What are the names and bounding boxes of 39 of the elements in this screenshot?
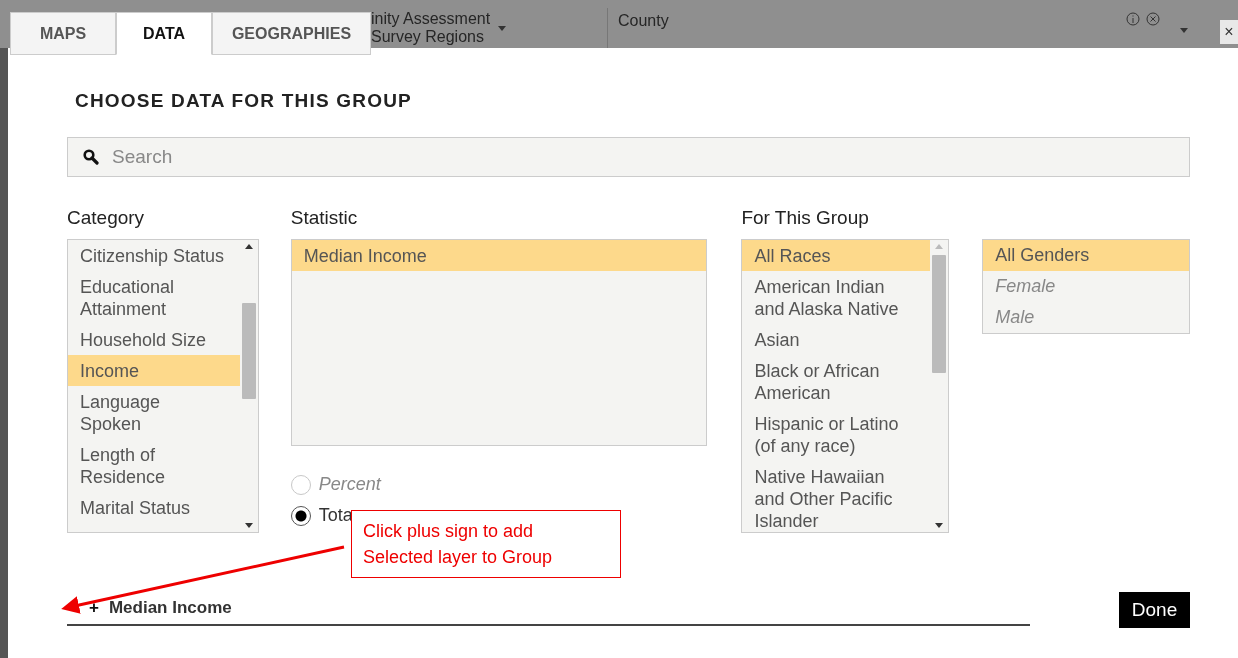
column-label: For This Group bbox=[741, 207, 870, 230]
list-item[interactable]: All Genders bbox=[983, 240, 1189, 271]
list-item[interactable]: Income bbox=[68, 355, 240, 386]
list-item[interactable]: Marital Status bbox=[68, 492, 240, 523]
search-icon bbox=[83, 149, 99, 165]
list-item[interactable]: Hispanic or Latino (of any race) bbox=[742, 408, 931, 461]
list-item[interactable]: Native Hawaiian and Other Pacific Islander bbox=[742, 461, 931, 532]
tab[interactable]: MAPS bbox=[10, 12, 116, 55]
list-item[interactable]: All Races bbox=[742, 240, 931, 271]
column-label: Category bbox=[67, 207, 146, 230]
info-icon[interactable] bbox=[1126, 12, 1140, 26]
scroll-down-icon[interactable] bbox=[244, 523, 253, 528]
annotation-callout: Click plus sign to add Selected layer to Group bbox=[351, 510, 621, 578]
remove-icon[interactable] bbox=[1146, 12, 1160, 26]
column-label: Statistic bbox=[290, 207, 359, 230]
radio-label: Tota bbox=[318, 505, 353, 526]
scroll-up-icon[interactable] bbox=[244, 244, 253, 249]
radio-label: Percent bbox=[318, 474, 381, 495]
list-item[interactable]: Median Income bbox=[291, 240, 707, 271]
dialog-title: CHOOSE DATA FOR THIS GROUP bbox=[75, 90, 413, 112]
list-item[interactable]: American Indian and Alaska Native bbox=[742, 271, 931, 324]
caret-icon bbox=[498, 25, 507, 31]
add-button[interactable]: + bbox=[89, 598, 99, 618]
list-item[interactable]: Language Spoken bbox=[68, 386, 240, 439]
done-button[interactable]: Done bbox=[1119, 592, 1190, 628]
caret-icon bbox=[1180, 28, 1188, 33]
close-button[interactable]: × bbox=[1220, 20, 1238, 44]
radio-button[interactable] bbox=[290, 505, 311, 526]
tab[interactable]: GEOGRAPHIES bbox=[212, 12, 371, 55]
list-item[interactable]: Citizenship Status bbox=[68, 240, 240, 271]
list-item[interactable]: Black or African American bbox=[742, 355, 931, 408]
scroll-down-icon[interactable] bbox=[935, 523, 944, 528]
layer-name: Median Income bbox=[108, 598, 232, 618]
list-item[interactable]: Household Size bbox=[68, 324, 240, 355]
search-field[interactable]: Search bbox=[67, 137, 1190, 177]
list-item[interactable]: Educational Attainment bbox=[68, 271, 240, 324]
list-item[interactable]: Length of Residence bbox=[68, 439, 240, 492]
tab[interactable]: DATA bbox=[116, 12, 212, 55]
list-item[interactable]: Asian bbox=[742, 324, 931, 355]
